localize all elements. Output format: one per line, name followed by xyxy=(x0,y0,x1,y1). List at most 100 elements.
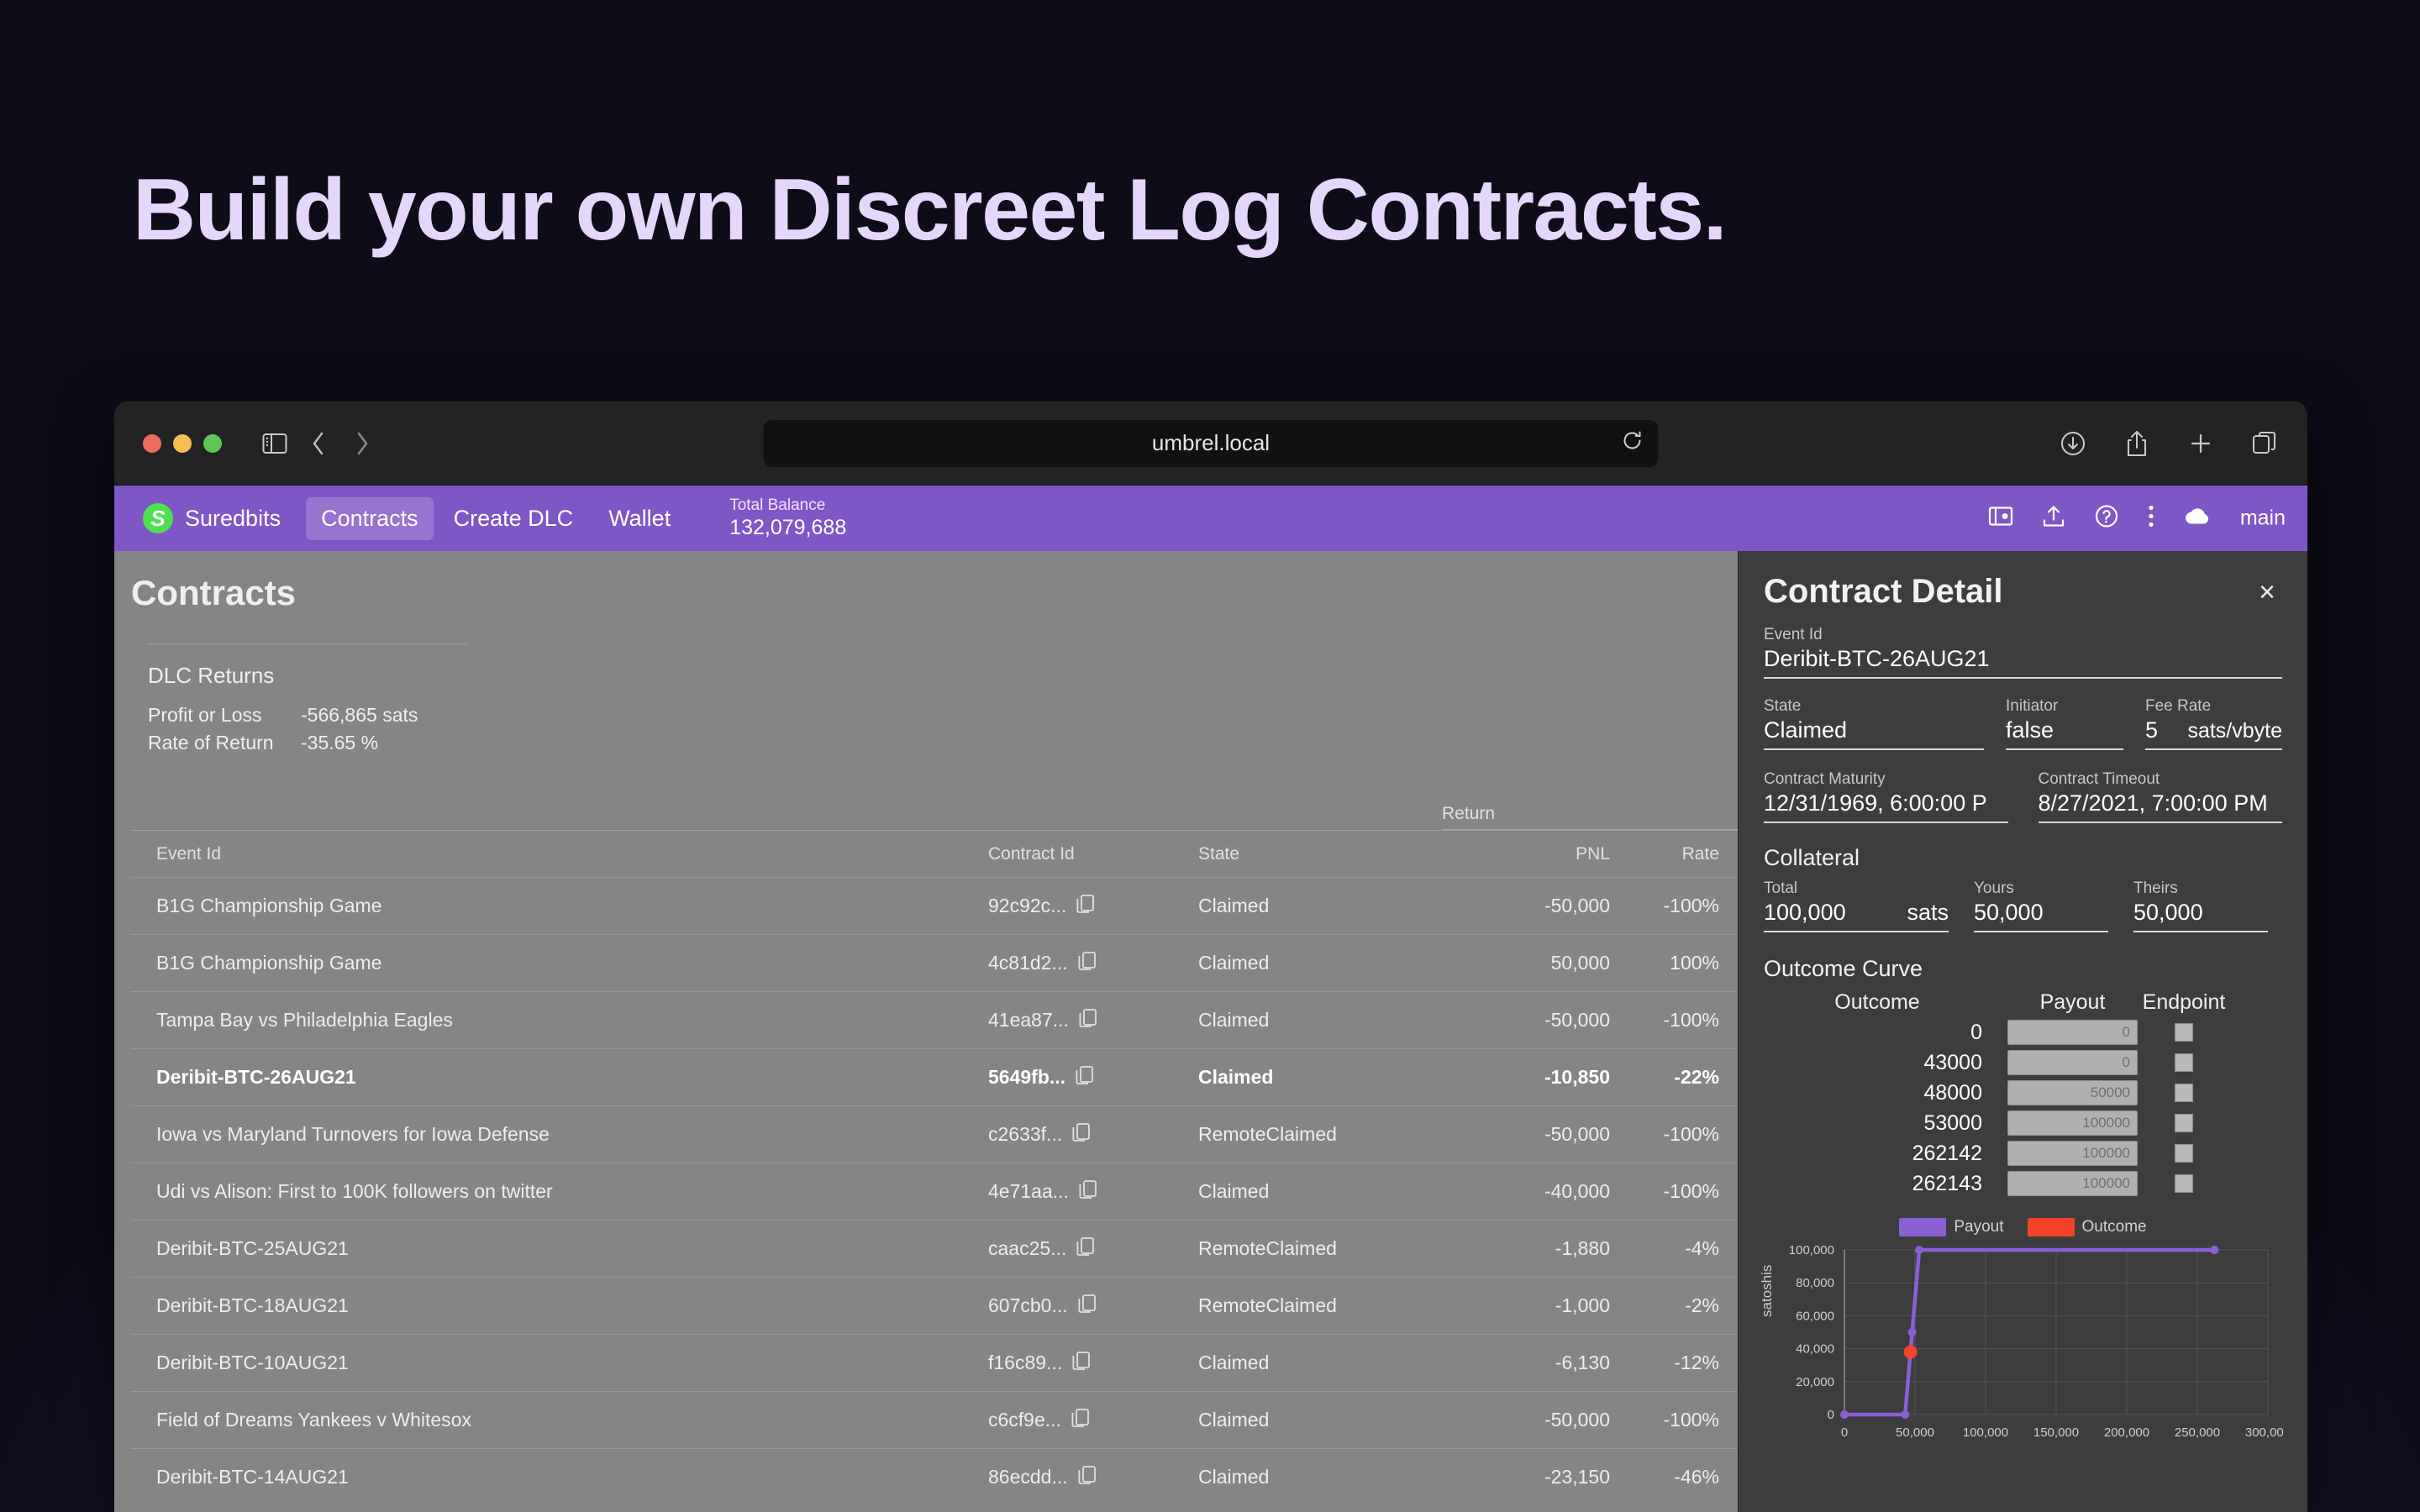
nav-item-wallet[interactable]: Wallet xyxy=(593,497,686,540)
outcome-curve-row[interactable]: 262142 100000 xyxy=(1764,1141,2282,1166)
cell-state: Claimed xyxy=(1198,895,1442,917)
copy-icon[interactable] xyxy=(1072,1351,1091,1376)
initiator-field[interactable]: Initiator false xyxy=(2006,697,2123,750)
cell-contract-id[interactable]: 92c92c... xyxy=(988,894,1198,919)
brand[interactable]: S Suredbits xyxy=(143,503,281,533)
column-header-rate[interactable]: Rate xyxy=(1610,844,1744,864)
close-icon[interactable]: × xyxy=(2252,575,2282,610)
contract-id-text: 92c92c... xyxy=(988,895,1066,917)
column-header-event-id[interactable]: Event Id xyxy=(131,844,988,864)
help-circle-icon[interactable] xyxy=(2094,504,2119,533)
cell-contract-id[interactable]: 4c81d2... xyxy=(988,951,1198,976)
endpoint-checkbox[interactable] xyxy=(2175,1144,2193,1163)
legend-label-outcome: Outcome xyxy=(2082,1218,2147,1236)
endpoint-checkbox[interactable] xyxy=(2175,1053,2193,1072)
cell-contract-id[interactable]: 607cb0... xyxy=(988,1294,1198,1319)
forward-arrow-icon[interactable] xyxy=(345,426,380,461)
maximize-window-button[interactable] xyxy=(203,434,222,453)
group-header-return: Return xyxy=(1442,804,1744,830)
cell-contract-id[interactable]: 86ecdd... xyxy=(988,1465,1198,1490)
event-id-field[interactable]: Event Id Deribit-BTC-26AUG21 xyxy=(1764,626,2282,679)
payout-input[interactable]: 100000 xyxy=(2007,1171,2138,1196)
minimize-window-button[interactable] xyxy=(173,434,192,453)
copy-icon[interactable] xyxy=(1071,1408,1090,1433)
sidebar-icon[interactable] xyxy=(257,426,292,461)
endpoint-checkbox-cell[interactable] xyxy=(2138,1174,2230,1193)
column-header-state[interactable]: State xyxy=(1198,844,1442,864)
outcome-curve-row[interactable]: 53000 100000 xyxy=(1764,1110,2282,1136)
endpoint-checkbox-cell[interactable] xyxy=(2138,1114,2230,1132)
cell-pnl: -1,880 xyxy=(1442,1237,1610,1260)
upload-icon[interactable] xyxy=(2042,505,2065,533)
endpoint-checkbox-cell[interactable] xyxy=(2138,1053,2230,1072)
outcome-value: 53000 xyxy=(1764,1111,1991,1136)
nav-item-contracts[interactable]: Contracts xyxy=(306,497,434,540)
endpoint-checkbox-cell[interactable] xyxy=(2138,1084,2230,1102)
plus-icon[interactable] xyxy=(2183,426,2218,461)
copy-icon[interactable] xyxy=(1078,951,1097,976)
outcome-curve-row[interactable]: 430000 xyxy=(1764,1050,2282,1075)
endpoint-column-header: Endpoint xyxy=(2138,990,2230,1015)
collateral-yours-label: Yours xyxy=(1974,879,2108,898)
cell-event-id: Deribit-BTC-25AUG21 xyxy=(131,1237,988,1260)
payout-input[interactable]: 100000 xyxy=(2007,1110,2138,1136)
more-vertical-icon[interactable] xyxy=(2148,505,2154,533)
cell-contract-id[interactable]: caac25... xyxy=(988,1236,1198,1262)
copy-icon[interactable] xyxy=(1079,1179,1097,1205)
outcome-curve-row[interactable]: 00 xyxy=(1764,1020,2282,1045)
collateral-theirs-field[interactable]: Theirs 50,000 xyxy=(2133,879,2268,932)
payout-input[interactable]: 100000 xyxy=(2007,1141,2138,1166)
legend-swatch-payout xyxy=(1899,1218,1946,1236)
copy-icon[interactable] xyxy=(1079,1008,1097,1033)
cell-contract-id[interactable]: 4e71aa... xyxy=(988,1179,1198,1205)
chart-point-payout xyxy=(1901,1410,1909,1419)
payout-input[interactable]: 0 xyxy=(2007,1020,2138,1045)
tab-overview-icon[interactable] xyxy=(2247,426,2282,461)
close-window-button[interactable] xyxy=(143,434,161,453)
payout-input[interactable]: 50000 xyxy=(2007,1080,2138,1105)
contract-timeout-value: 8/27/2021, 7:00:00 PM xyxy=(2039,790,2283,823)
column-header-pnl[interactable]: PNL xyxy=(1442,844,1610,864)
nav-item-create-dlc[interactable]: Create DLC xyxy=(439,497,589,540)
cell-contract-id[interactable]: c2633f... xyxy=(988,1122,1198,1147)
share-icon[interactable] xyxy=(2119,426,2154,461)
copy-icon[interactable] xyxy=(1078,1465,1097,1490)
endpoint-checkbox-cell[interactable] xyxy=(2138,1144,2230,1163)
back-arrow-icon[interactable] xyxy=(301,426,336,461)
contract-timeout-field[interactable]: Contract Timeout 8/27/2021, 7:00:00 PM xyxy=(2039,770,2283,823)
copy-icon[interactable] xyxy=(1078,1294,1097,1319)
contract-maturity-field[interactable]: Contract Maturity 12/31/1969, 6:00:00 P xyxy=(1764,770,2008,823)
cell-contract-id[interactable]: f16c89... xyxy=(988,1351,1198,1376)
endpoint-checkbox[interactable] xyxy=(2175,1023,2193,1042)
copy-icon[interactable] xyxy=(1076,894,1095,919)
cell-contract-id[interactable]: 5649fb... xyxy=(988,1065,1198,1090)
reload-icon[interactable] xyxy=(1622,429,1644,457)
cell-state: Claimed xyxy=(1198,1009,1442,1032)
collateral-total-value-wrap: 100,000 sats xyxy=(1764,900,1949,932)
outcome-curve-row[interactable]: 4800050000 xyxy=(1764,1080,2282,1105)
endpoint-checkbox[interactable] xyxy=(2175,1174,2193,1193)
endpoint-checkbox[interactable] xyxy=(2175,1084,2193,1102)
outcome-curve-row[interactable]: 262143 100000 xyxy=(1764,1171,2282,1196)
contract-id-text: 5649fb... xyxy=(988,1066,1065,1089)
profit-or-loss-row: Profit or Loss -566,865 sats xyxy=(148,704,467,727)
collateral-total-field[interactable]: Total 100,000 sats xyxy=(1764,879,1949,932)
copy-icon[interactable] xyxy=(1076,1236,1095,1262)
collateral-yours-field[interactable]: Yours 50,000 xyxy=(1974,879,2108,932)
column-header-contract-id[interactable]: Contract Id xyxy=(988,844,1198,864)
endpoint-checkbox-cell[interactable] xyxy=(2138,1023,2230,1042)
outcome-value: 262143 xyxy=(1764,1172,1991,1196)
payout-input[interactable]: 0 xyxy=(2007,1050,2138,1075)
cell-contract-id[interactable]: c6cf9e... xyxy=(988,1408,1198,1433)
wallet-icon[interactable] xyxy=(1988,505,2013,533)
window-controls[interactable] xyxy=(143,434,222,453)
address-bar[interactable]: umbrel.local xyxy=(764,420,1659,467)
downloads-icon[interactable] xyxy=(2055,426,2091,461)
fee-rate-field[interactable]: Fee Rate 5 sats/vbyte xyxy=(2145,697,2282,750)
endpoint-checkbox[interactable] xyxy=(2175,1114,2193,1132)
copy-icon[interactable] xyxy=(1076,1065,1094,1090)
copy-icon[interactable] xyxy=(1072,1122,1091,1147)
cell-contract-id[interactable]: 41ea87... xyxy=(988,1008,1198,1033)
state-field[interactable]: State Claimed xyxy=(1764,697,1984,750)
outcome-value: 262142 xyxy=(1764,1142,1991,1166)
